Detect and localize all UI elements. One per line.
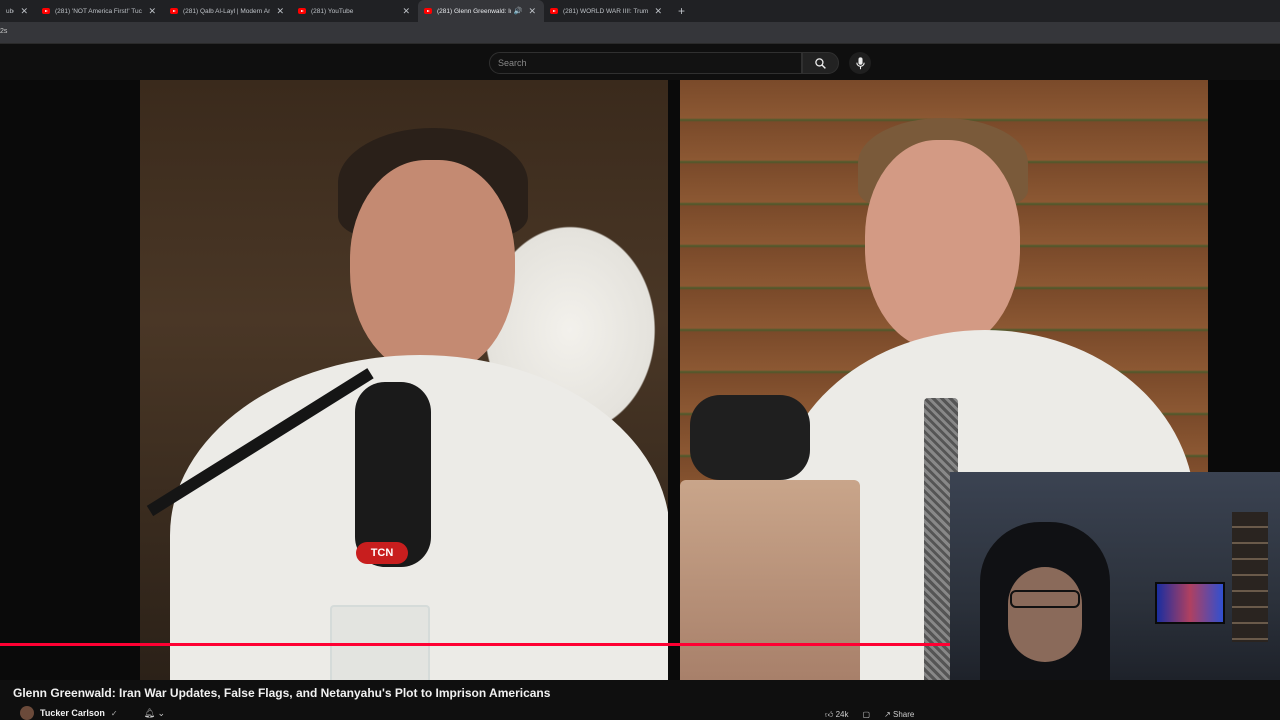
close-icon[interactable]: ✕ [276, 6, 284, 17]
notification-bell-icon[interactable]: 🔔︎ ⌄ [144, 708, 165, 719]
webcam-overlay [950, 472, 1280, 680]
share-label: Share [893, 710, 915, 719]
tab-title: ube [6, 7, 14, 15]
guest-microphone [690, 395, 810, 480]
guest-laptop [680, 480, 860, 680]
tab-title: (281) Qalb Al-Layl | Modern Ar [183, 7, 271, 15]
voice-search-button[interactable] [849, 52, 871, 74]
speaker-icon[interactable]: 🔊 [514, 7, 523, 15]
youtube-favicon-icon [550, 8, 558, 14]
video-player[interactable]: TCN [0, 80, 1280, 680]
new-tab-button[interactable]: + [678, 4, 685, 18]
studio-microphone [355, 382, 431, 567]
browser-tab[interactable]: (281) YouTube ✕ [292, 0, 418, 22]
close-icon[interactable]: ✕ [20, 6, 28, 17]
mic-logo-text: TCN [370, 547, 394, 559]
verified-icon: ✓ [110, 708, 118, 718]
channel-name[interactable]: Tucker Carlson [40, 708, 105, 718]
channel-avatar[interactable] [20, 706, 34, 720]
tab-title: (281) 'NOT America First!' Tuck [55, 7, 143, 15]
browser-tab[interactable]: ube ✕ [0, 0, 36, 22]
url-text: 2s [0, 28, 8, 35]
video-title: Glenn Greenwald: Iran War Updates, False… [13, 686, 551, 700]
tab-title: (281) Glenn Greenwald: Iran [437, 7, 511, 15]
address-bar[interactable]: 2s [0, 22, 1280, 44]
search-box[interactable] [489, 52, 802, 74]
tab-title: (281) WORLD WAR III!: Trump [563, 7, 649, 15]
youtube-favicon-icon [170, 8, 178, 14]
close-icon[interactable]: ✕ [148, 6, 156, 17]
host-face [350, 160, 515, 375]
browser-tab-strip: ube ✕ (281) 'NOT America First!' Tuck ✕ … [0, 0, 1280, 22]
video-actions: 👍︎ 24k ▢ ↗ Share [825, 710, 914, 720]
close-icon[interactable]: ✕ [528, 6, 536, 17]
search-icon [815, 57, 826, 69]
microphone-icon [855, 56, 865, 69]
like-button[interactable]: 👍︎ 24k [825, 710, 849, 720]
television [1155, 582, 1225, 624]
bookshelf [1232, 512, 1268, 642]
browser-tab[interactable]: (281) 'NOT America First!' Tuck ✕ [36, 0, 164, 22]
like-count: 24k [835, 710, 849, 719]
viewer-glasses [1010, 590, 1080, 608]
youtube-favicon-icon [42, 8, 50, 14]
share-button[interactable]: ↗ Share [884, 710, 914, 720]
mic-logo-badge: TCN [356, 542, 408, 564]
search-input[interactable] [490, 53, 801, 73]
guest-face [865, 140, 1020, 350]
browser-tab[interactable]: (281) Qalb Al-Layl | Modern Ar ✕ [164, 0, 292, 22]
youtube-favicon-icon [298, 8, 306, 14]
tab-title: (281) YouTube [311, 7, 354, 15]
video-frame-host: TCN [140, 80, 668, 680]
close-icon[interactable]: ✕ [402, 6, 410, 17]
viewer-face [1008, 567, 1082, 662]
search-button[interactable] [802, 52, 839, 74]
youtube-favicon-icon [424, 8, 432, 14]
dislike-button[interactable]: ▢ [863, 710, 871, 720]
browser-tab[interactable]: (281) WORLD WAR III!: Trump ✕ [544, 0, 670, 22]
browser-tab-active[interactable]: (281) Glenn Greenwald: Iran 🔊 ✕ [418, 0, 544, 22]
close-icon[interactable]: ✕ [654, 6, 662, 17]
channel-row: Tucker Carlson ✓ 🔔︎ ⌄ [20, 706, 165, 720]
